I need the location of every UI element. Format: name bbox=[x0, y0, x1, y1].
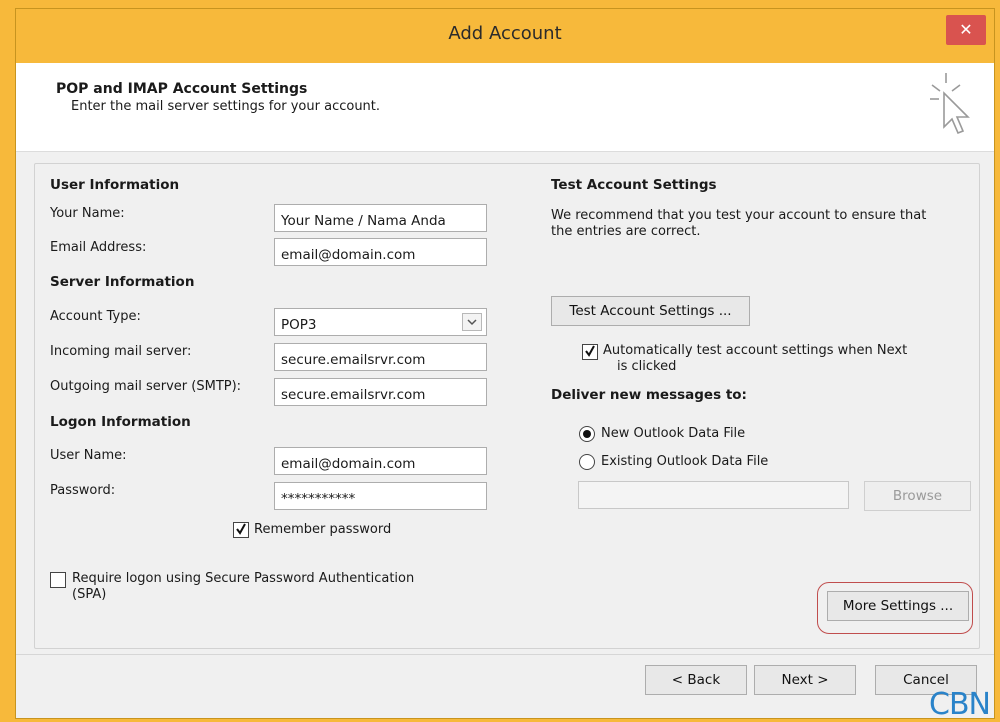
account-type-select[interactable]: POP3 bbox=[274, 308, 487, 336]
user-name-label: User Name: bbox=[50, 448, 127, 463]
close-button[interactable]: ✕ bbox=[946, 15, 986, 45]
user-information-heading: User Information bbox=[50, 177, 180, 193]
auto-test-checkbox[interactable] bbox=[582, 344, 598, 360]
your-name-label: Your Name: bbox=[50, 206, 125, 221]
title-bar: Add Account ✕ bbox=[16, 9, 994, 63]
window-title: Add Account bbox=[448, 23, 562, 44]
next-button[interactable]: Next > bbox=[754, 665, 856, 695]
spa-label-line1: Require logon using Secure Password Auth… bbox=[72, 571, 415, 586]
close-icon: ✕ bbox=[959, 20, 973, 39]
existing-data-file-radio[interactable] bbox=[579, 454, 595, 470]
browse-button[interactable]: Browse bbox=[864, 481, 971, 511]
wizard-cursor-icon bbox=[930, 73, 970, 135]
existing-data-file-path[interactable] bbox=[578, 481, 849, 509]
footer-divider bbox=[16, 654, 994, 655]
radio-selected-dot bbox=[583, 430, 591, 438]
logon-information-heading: Logon Information bbox=[50, 414, 191, 430]
test-account-settings-button[interactable]: Test Account Settings ... bbox=[551, 296, 750, 326]
deliver-messages-heading: Deliver new messages to: bbox=[551, 387, 747, 403]
remember-password-checkbox[interactable] bbox=[233, 522, 249, 538]
spa-label-line2: (SPA) bbox=[72, 587, 107, 602]
auto-test-label-line1: Automatically test account settings when… bbox=[603, 343, 908, 358]
spa-checkbox[interactable] bbox=[50, 572, 66, 588]
chevron-down-icon[interactable] bbox=[462, 313, 482, 331]
incoming-server-label: Incoming mail server: bbox=[50, 344, 192, 359]
user-name-field[interactable]: email@domain.com bbox=[274, 447, 487, 475]
page-subtitle: Enter the mail server settings for your … bbox=[71, 99, 381, 114]
watermark-logo: CBN bbox=[929, 687, 991, 722]
new-data-file-radio[interactable] bbox=[579, 426, 595, 442]
server-information-heading: Server Information bbox=[50, 274, 195, 290]
email-address-label: Email Address: bbox=[50, 240, 147, 255]
settings-panel: User Information Your Name: Your Name / … bbox=[34, 163, 980, 649]
existing-data-file-label: Existing Outlook Data File bbox=[601, 454, 769, 469]
account-type-value: POP3 bbox=[281, 317, 317, 333]
outgoing-server-label: Outgoing mail server (SMTP): bbox=[50, 379, 242, 394]
incoming-server-field[interactable]: secure.emailsrvr.com bbox=[274, 343, 487, 371]
auto-test-label-line2: is clicked bbox=[617, 359, 677, 374]
wizard-header: POP and IMAP Account Settings Enter the … bbox=[16, 63, 994, 152]
password-label: Password: bbox=[50, 483, 116, 498]
email-address-field[interactable]: email@domain.com bbox=[274, 238, 487, 266]
remember-password-label: Remember password bbox=[254, 522, 392, 537]
new-data-file-label: New Outlook Data File bbox=[601, 426, 746, 441]
account-type-label: Account Type: bbox=[50, 309, 141, 324]
page-title: POP and IMAP Account Settings bbox=[56, 81, 308, 97]
more-settings-button[interactable]: More Settings ... bbox=[827, 591, 969, 621]
password-field[interactable]: *********** bbox=[274, 482, 487, 510]
checkmark-icon bbox=[585, 345, 595, 357]
test-description-line2: the entries are correct. bbox=[551, 224, 701, 239]
outgoing-server-field[interactable]: secure.emailsrvr.com bbox=[274, 378, 487, 406]
back-button[interactable]: < Back bbox=[645, 665, 747, 695]
add-account-dialog: Add Account ✕ POP and IMAP Account Setti… bbox=[15, 8, 995, 722]
checkmark-icon bbox=[236, 523, 246, 535]
test-description-line1: We recommend that you test your account … bbox=[551, 208, 927, 223]
test-account-heading: Test Account Settings bbox=[551, 177, 717, 193]
your-name-field[interactable]: Your Name / Nama Anda bbox=[274, 204, 487, 232]
